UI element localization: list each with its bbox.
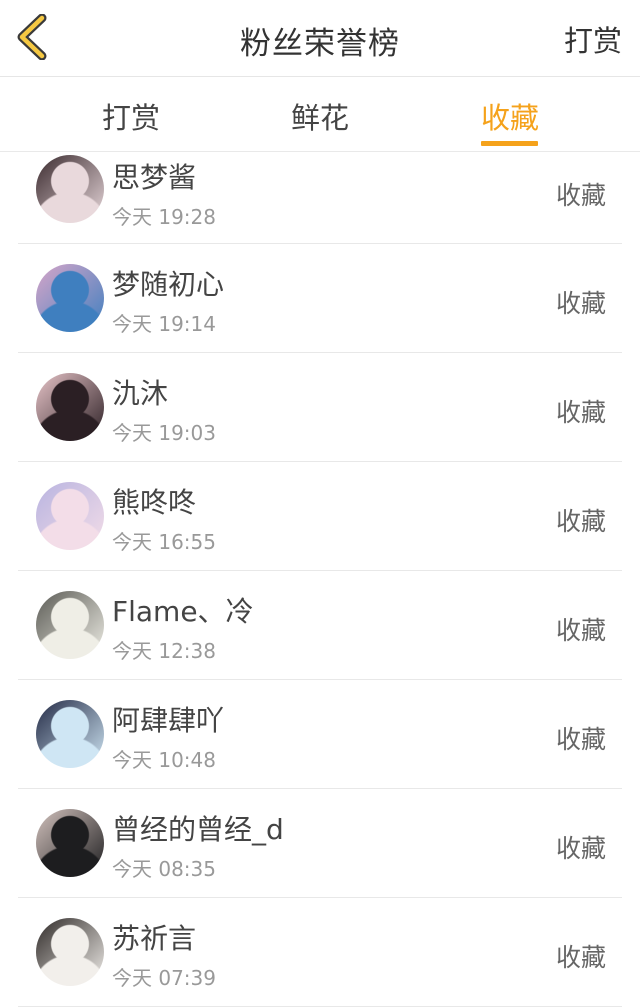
tab-bar: 打赏 鲜花 收藏 [0, 77, 640, 152]
activity-time: 今天 10:48 [112, 748, 216, 772]
reward-button[interactable]: 打赏 [564, 18, 622, 60]
activity-type-label: 收藏 [555, 834, 606, 863]
fan-list-item[interactable]: 苏祈言今天 07:39 收藏 [18, 898, 622, 1007]
fan-list: 思梦酱 今天 19:28 收藏 梦随初心 今天 19:14 收藏 氿沐 今天 19:03 收藏熊… [0, 152, 640, 1007]
user-name: 熊咚咚 [112, 486, 197, 519]
user-avatar[interactable] [36, 373, 104, 441]
activity-type-label: 收藏 [555, 725, 606, 754]
user-name: Flame、冷 [112, 595, 254, 628]
fan-list-item[interactable]: Flame、冷今天 12:38 收藏 [18, 571, 622, 680]
user-avatar[interactable] [36, 155, 104, 223]
activity-type-label: 收藏 [555, 289, 606, 318]
user-name: 阿肆肆吖 [112, 704, 225, 737]
activity-type-label: 收藏 [555, 181, 606, 210]
activity-time: 今天 19:14 [112, 312, 216, 336]
activity-type-label: 收藏 [555, 943, 606, 972]
activity-time: 今天 07:39 [112, 966, 216, 990]
activity-time: 今天 12:38 [112, 639, 216, 663]
user-avatar[interactable] [36, 264, 104, 332]
activity-time: 今天 19:03 [112, 421, 216, 445]
user-name: 曾经的曾经_d [112, 813, 284, 846]
activity-type-label: 收藏 [555, 398, 606, 427]
user-avatar[interactable] [36, 482, 104, 550]
user-name: 梦随初心 [112, 268, 225, 301]
fan-list-item[interactable]: 梦随初心今天 19:14 收藏 [18, 244, 622, 353]
activity-time: 今天 16:55 [112, 530, 216, 554]
user-avatar[interactable] [36, 809, 104, 877]
activity-time: 今天 08:35 [112, 857, 216, 881]
user-avatar[interactable] [36, 700, 104, 768]
user-avatar[interactable] [36, 918, 104, 986]
activity-type-label: 收藏 [555, 507, 606, 536]
tab-favorites[interactable]: 收藏 [481, 95, 539, 137]
user-name: 氿沐 [112, 377, 169, 410]
fan-list-item[interactable]: 曾经的曾经_d 今天 08:35 收藏 [18, 789, 622, 898]
fan-list-item[interactable]: 氿沐今天 19:03 收藏 [18, 353, 622, 462]
tab-flowers[interactable]: 鲜花 [291, 95, 349, 137]
user-name: 思梦酱 [112, 161, 197, 194]
activity-type-label: 收藏 [555, 616, 606, 645]
tab-reward[interactable]: 打赏 [102, 95, 160, 137]
activity-time: 今天 19:28 [112, 205, 216, 229]
fan-list-item[interactable]: 熊咚咚今天 16:55 收藏 [18, 462, 622, 571]
top-bar: 粉丝荣誉榜 打赏 [0, 0, 640, 77]
page-title: 粉丝荣誉榜 [240, 26, 400, 62]
active-tab-indicator [481, 141, 538, 146]
fan-list-item[interactable]: 思梦酱今天 19:28 收藏 [18, 152, 622, 244]
fan-list-item[interactable]: 阿肆肆吖今天 10:48 收藏 [18, 680, 622, 789]
user-avatar[interactable] [36, 591, 104, 659]
user-name: 苏祈言 [112, 922, 197, 955]
